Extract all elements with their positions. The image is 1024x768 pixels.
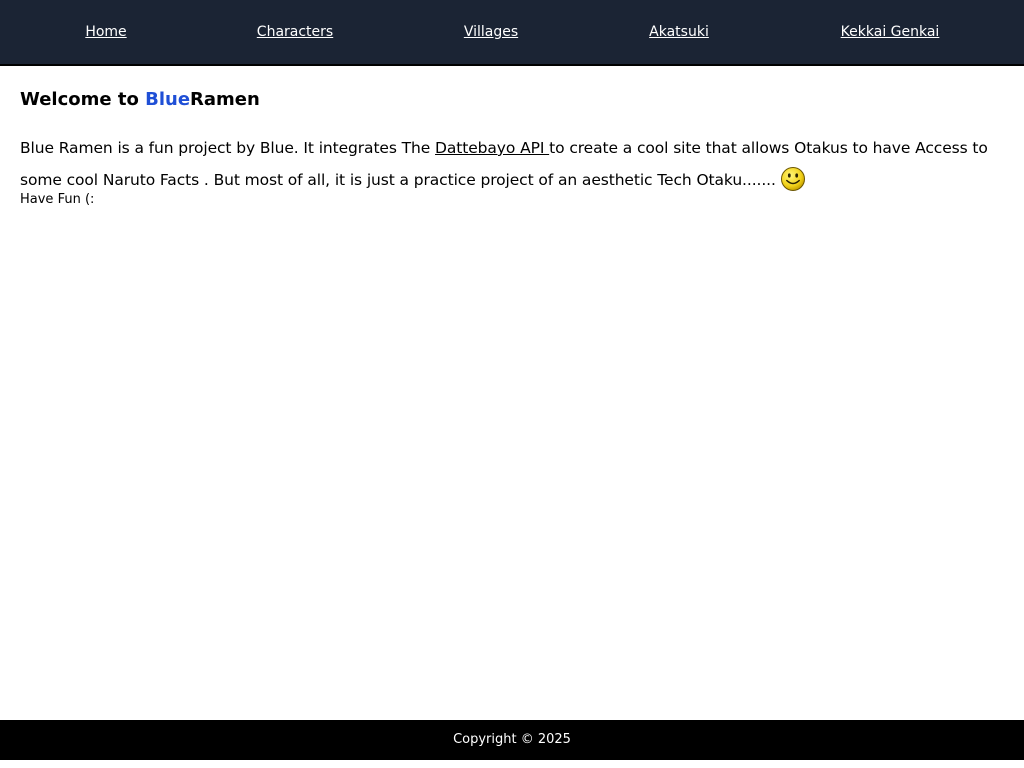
copyright-text: Copyright © 2025 (453, 732, 571, 747)
nav-link-kekkai-genkai[interactable]: Kekkai Genkai (841, 23, 940, 41)
nav-link-akatsuki[interactable]: Akatsuki (649, 23, 709, 41)
intro-paragraph: Blue Ramen is a fun project by Blue. It … (20, 132, 1004, 196)
nav-link-home[interactable]: Home (85, 23, 126, 41)
nav-link-villages[interactable]: Villages (464, 23, 518, 41)
page: Home Characters Villages Akatsuki Kekkai… (0, 0, 1024, 768)
welcome-prefix: Welcome to (20, 89, 146, 110)
brand-name-rest: Ramen (190, 89, 260, 110)
footer: Copyright © 2025 (0, 720, 1024, 760)
brand-name-blue: Blue (145, 89, 191, 110)
smiley-face-icon (780, 166, 806, 192)
welcome-heading: Welcome to BlueRamen (20, 88, 1004, 112)
main-content: Welcome to BlueRamen Blue Ramen is a fun… (20, 66, 1004, 210)
intro-text-part1: Blue Ramen is a fun project by Blue. It … (20, 139, 436, 157)
dattebayo-api-link[interactable]: Dattebayo API (435, 139, 549, 157)
top-navbar: Home Characters Villages Akatsuki Kekkai… (0, 0, 1024, 66)
nav-link-characters[interactable]: Characters (257, 23, 333, 41)
